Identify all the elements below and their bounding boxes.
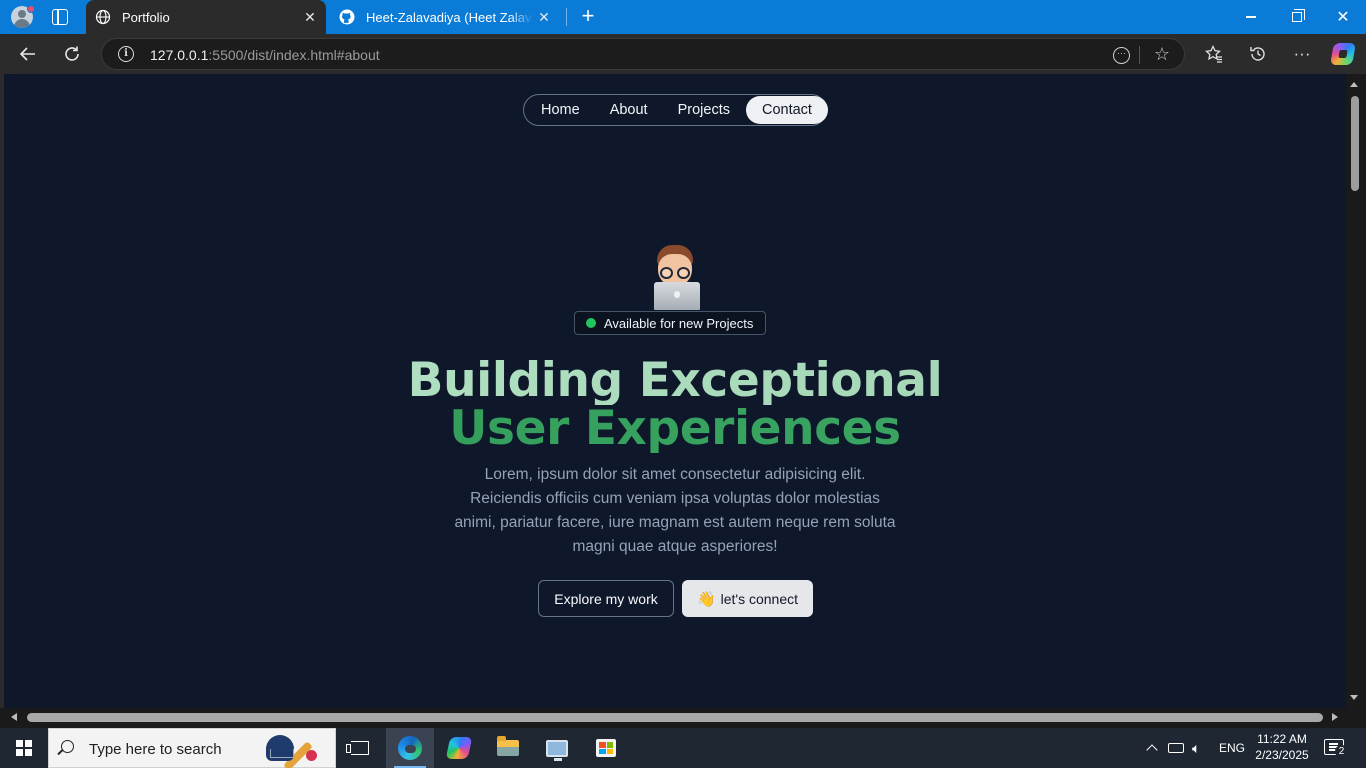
taskbar-edge[interactable] — [386, 728, 434, 768]
memoji-avatar — [647, 244, 703, 312]
notification-center-icon[interactable]: 2 — [1324, 739, 1348, 758]
tab-close-icon[interactable]: ✕ — [300, 7, 320, 27]
nav-about-link[interactable]: About — [596, 96, 662, 124]
status-dot-icon — [586, 318, 596, 328]
notification-count: 2 — [1335, 745, 1348, 758]
search-icon — [61, 740, 74, 753]
tab-divider — [566, 8, 567, 26]
microsoft-store-icon — [596, 739, 616, 757]
task-view-button[interactable] — [336, 728, 384, 768]
refresh-button[interactable] — [56, 38, 88, 70]
taskbar-microsoft-365[interactable] — [435, 728, 483, 768]
chevron-up-icon — [1146, 744, 1158, 756]
taskbar-file-explorer[interactable] — [484, 728, 532, 768]
profile-avatar-icon[interactable] — [9, 5, 35, 29]
hero-intro-text: Lorem, ipsum dolor sit amet consectetur … — [454, 466, 896, 555]
reading-mode-icon[interactable]: ··· — [1113, 47, 1130, 64]
windows-taskbar: Type here to search 🔈︎ ENG 11:22 AM 2/23… — [0, 728, 1366, 768]
edge-icon — [398, 736, 422, 760]
address-url[interactable]: 127.0.0.1:5500/dist/index.html#about — [150, 47, 380, 63]
restore-icon — [1292, 9, 1305, 22]
tab-portfolio[interactable]: Portfolio ✕ — [86, 0, 326, 34]
restore-button[interactable] — [1274, 0, 1320, 34]
taskbar-microsoft-store[interactable] — [582, 728, 630, 768]
new-tab-button[interactable]: + — [576, 5, 600, 29]
file-explorer-icon — [497, 736, 519, 756]
clock-date: 2/23/2025 — [1255, 748, 1309, 762]
taskbar-remote-desktop[interactable] — [533, 728, 581, 768]
search-highlight-cricket-icon[interactable] — [264, 733, 328, 768]
nav-home-link[interactable]: Home — [525, 96, 596, 124]
close-icon: ✕ — [1336, 9, 1350, 26]
tab-title: Portfolio — [122, 9, 170, 25]
globe-icon — [94, 8, 112, 26]
address-divider — [1139, 46, 1140, 64]
clock-time: 11:22 AM — [1257, 732, 1307, 746]
github-icon — [338, 8, 356, 26]
favorites-icon[interactable] — [1198, 38, 1230, 70]
waving-hand-icon: 👋 — [696, 590, 716, 608]
page-viewport: Home About Projects Contact Available fo… — [4, 74, 1346, 708]
refresh-icon — [65, 46, 79, 61]
horizontal-scrollbar[interactable] — [0, 708, 1366, 728]
copilot-icon[interactable] — [1330, 43, 1356, 65]
vertical-scrollbar[interactable] — [1346, 74, 1366, 708]
nav-projects-link[interactable]: Projects — [662, 96, 746, 124]
start-button[interactable] — [0, 728, 48, 768]
show-hidden-icons-button[interactable] — [1144, 728, 1160, 768]
horizontal-scroll-thumb[interactable] — [27, 713, 1323, 722]
scroll-down-icon[interactable] — [1350, 695, 1358, 700]
close-window-button[interactable]: ✕ — [1320, 0, 1366, 34]
availability-badge: Available for new Projects — [574, 311, 767, 335]
headline-line-2: User Experiences — [4, 405, 1346, 453]
vertical-scroll-thumb[interactable] — [1351, 96, 1359, 191]
windows-logo-icon — [16, 740, 32, 756]
nav-contact-link[interactable]: Contact — [745, 96, 828, 124]
remote-desktop-icon — [546, 739, 568, 761]
back-button[interactable] — [12, 38, 44, 70]
history-icon[interactable] — [1242, 38, 1274, 70]
address-bar[interactable]: i 127.0.0.1:5500/dist/index.html#about ·… — [101, 38, 1185, 70]
tab-title: Heet-Zalavadiya (Heet Zalavadiya) — [366, 9, 534, 25]
tab-actions-icon[interactable] — [52, 9, 68, 25]
favorite-star-icon[interactable]: ☆ — [1154, 44, 1170, 65]
minimize-icon — [1246, 16, 1256, 18]
connect-label: let's connect — [720, 590, 799, 607]
taskbar-search[interactable]: Type here to search — [48, 728, 336, 768]
microsoft-365-icon — [445, 737, 473, 759]
scroll-up-icon[interactable] — [1350, 82, 1358, 87]
scroll-right-icon[interactable] — [1332, 713, 1338, 721]
browser-toolbar: i 127.0.0.1:5500/dist/index.html#about ·… — [0, 34, 1366, 74]
volume-icon[interactable]: 🔈︎ — [1192, 728, 1200, 768]
lets-connect-button[interactable]: 👋 let's connect — [682, 580, 813, 617]
more-menu-icon[interactable]: ··· — [1286, 38, 1318, 70]
minimize-button[interactable] — [1228, 0, 1274, 34]
availability-text: Available for new Projects — [604, 315, 754, 331]
browser-titlebar: Portfolio ✕ Heet-Zalavadiya (Heet Zalava… — [0, 0, 1366, 34]
explore-work-button[interactable]: Explore my work — [538, 580, 674, 617]
site-info-icon[interactable]: i — [118, 46, 134, 62]
search-placeholder: Type here to search — [89, 741, 222, 758]
task-view-icon — [346, 741, 369, 755]
site-navigation: Home About Projects Contact — [523, 94, 828, 126]
back-arrow-icon — [19, 47, 35, 61]
headline-line-1: Building Exceptional — [4, 357, 1346, 405]
network-battery-icon[interactable] — [1168, 728, 1184, 768]
scroll-left-icon[interactable] — [11, 713, 17, 721]
tab-github[interactable]: Heet-Zalavadiya (Heet Zalavadiya) ✕ — [330, 0, 560, 34]
input-language[interactable]: ENG — [1219, 728, 1245, 768]
laptop-icon — [654, 282, 700, 310]
hero-headline: Building Exceptional User Experiences — [4, 357, 1346, 453]
tab-close-icon[interactable]: ✕ — [534, 7, 554, 27]
system-clock[interactable]: 11:22 AM 2/23/2025 — [1252, 731, 1312, 763]
